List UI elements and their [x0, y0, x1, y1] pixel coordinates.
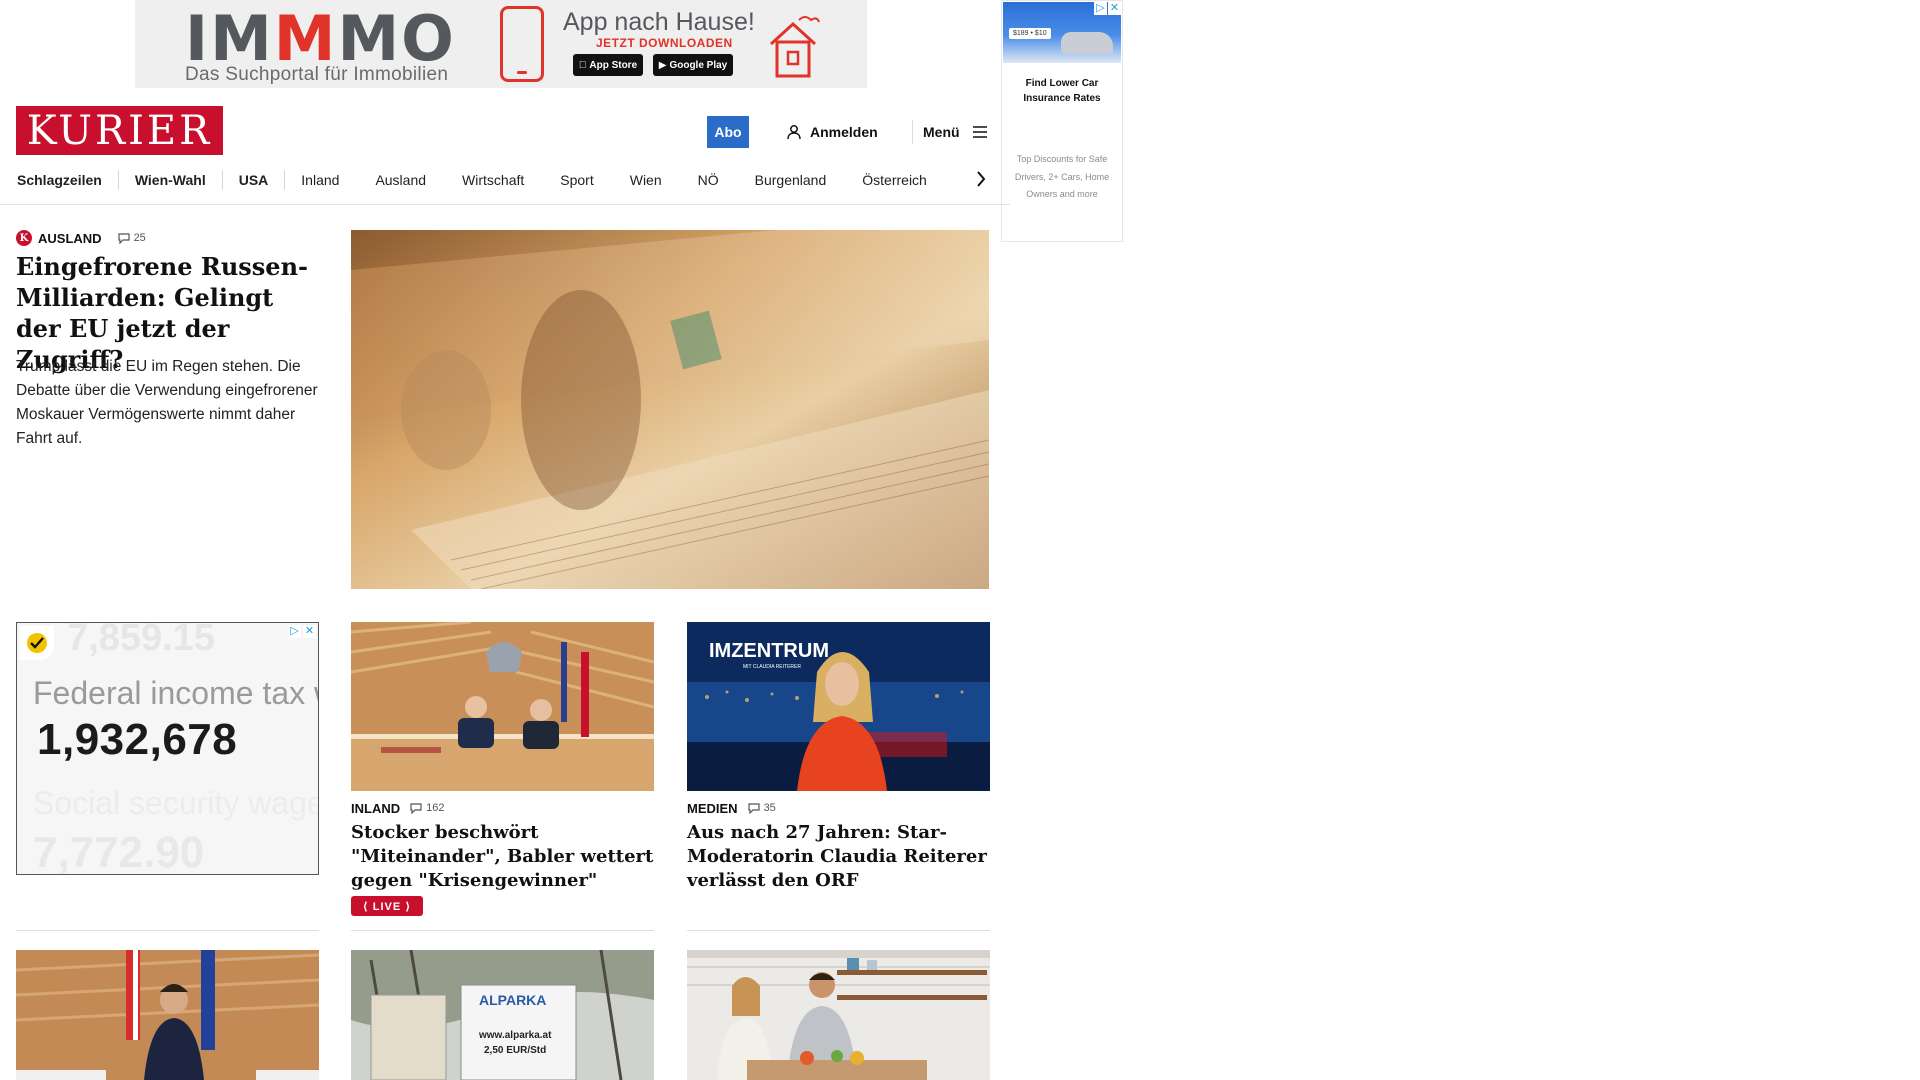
nav-divider — [284, 170, 286, 190]
imzentrum-subtitle: MIT CLAUDIA REITERER — [743, 664, 801, 670]
close-icon[interactable]: ✕ — [303, 625, 316, 638]
nav-item-wirtschaft[interactable]: Wirtschaft — [462, 172, 524, 188]
nav-item-ausland[interactable]: Ausland — [375, 172, 426, 188]
ad-cta: JETZT DOWNLOADEN — [596, 36, 733, 50]
kurier-logo[interactable]: KURIER — [16, 106, 223, 155]
ad-label-tax: Federal income tax w — [33, 675, 319, 711]
app-store-button[interactable]: App Store — [573, 54, 643, 76]
ad-value-ssw: 7,772.90 — [33, 828, 205, 875]
nav-item-sport[interactable]: Sport — [560, 172, 593, 188]
checkmark-icon — [20, 626, 54, 660]
kurier-k-icon: K — [16, 230, 32, 246]
smartphone-icon — [500, 6, 544, 82]
row-divider — [687, 930, 990, 931]
comment-count[interactable]: 25 — [117, 232, 146, 244]
header-divider — [912, 120, 913, 144]
section-label[interactable]: INLAND — [351, 801, 400, 816]
card-meta-inland: INLAND 162 — [351, 800, 444, 816]
section-label[interactable]: AUSLAND — [38, 231, 102, 246]
tax-calculator-ad[interactable]: 7,859.15 ▷ ✕ Federal income tax w 1,932,… — [16, 622, 319, 875]
ad-label-ssw: Social security wage — [33, 785, 319, 821]
top-banner-ad[interactable]: IMMMO Das Suchportal für Immobilien App … — [135, 0, 867, 88]
play-icon: ▶ — [658, 59, 667, 71]
card-headline-stocker[interactable]: Stocker beschwört "Miteinander", Babler … — [351, 821, 654, 893]
ad-ghost-value: 7,859.15 — [67, 622, 215, 659]
menu-button[interactable]: Menü — [923, 121, 988, 143]
hamburger-icon — [972, 126, 987, 138]
login-label: Anmelden — [810, 124, 878, 140]
ad-body: Top Discounts for Safe Drivers, 2+ Cars,… — [1014, 154, 1110, 200]
ad-headline: Find Lower Car Insurance Rates — [1023, 78, 1101, 104]
card-image-kitchen-couple[interactable] — [687, 950, 990, 1080]
sign-url: www.alparka.at — [478, 1030, 552, 1041]
ad-prices: $189 • $10 — [1009, 28, 1051, 39]
card-image-press-conference[interactable] — [16, 950, 319, 1080]
sign-brand: ALPARKA — [479, 992, 546, 1008]
apple-icon:  — [579, 60, 587, 71]
comment-count[interactable]: 35 — [747, 802, 776, 814]
comment-icon — [117, 232, 130, 244]
nav-next-button[interactable] — [971, 168, 991, 190]
nav-item-wien-wahl[interactable]: Wien-Wahl — [135, 172, 206, 188]
nav-item-noe[interactable]: NÖ — [698, 172, 719, 188]
nav-item-burgenland[interactable]: Burgenland — [755, 172, 827, 188]
nav-item-wien[interactable]: Wien — [630, 172, 662, 188]
lead-teaser[interactable]: Trump lässt die EU im Regen stehen. Die … — [16, 355, 321, 451]
menu-label: Menü — [923, 124, 960, 140]
card-image-parliament[interactable] — [351, 622, 654, 791]
comment-count[interactable]: 162 — [410, 802, 444, 814]
user-icon — [787, 125, 801, 140]
comment-icon — [747, 802, 760, 814]
ad-tagline: Das Suchportal für Immobilien — [185, 64, 449, 85]
nav-item-schlagzeilen[interactable]: Schlagzeilen — [17, 172, 102, 188]
login-button[interactable]: Anmelden — [786, 121, 878, 143]
card-image-parking-sign[interactable]: ALPARKA www.alparka.at 2,50 EUR/Std — [351, 950, 654, 1080]
nav-divider — [221, 170, 223, 190]
nav-item-usa[interactable]: USA — [239, 172, 269, 188]
car-image — [1061, 32, 1113, 54]
nav-divider-line — [0, 204, 1010, 205]
card-image-imzentrum[interactable]: IMZENTRUM MIT CLAUDIA REITERER — [687, 622, 990, 791]
nav-item-inland[interactable]: Inland — [301, 172, 339, 188]
adchoices-icon[interactable]: ▷ — [1094, 2, 1107, 15]
abo-button[interactable]: Abo — [707, 116, 749, 148]
section-label[interactable]: MEDIEN — [687, 801, 738, 816]
nav-item-oesterreich[interactable]: Österreich — [862, 172, 927, 188]
row-divider — [16, 930, 319, 931]
live-badge: ⟨ LIVE ⟩ — [351, 896, 423, 916]
card-meta-medien: MEDIEN 35 — [687, 800, 776, 816]
close-icon[interactable]: ✕ — [1108, 2, 1121, 15]
lead-image-ruble-banknotes[interactable] — [351, 230, 989, 589]
row-divider — [351, 930, 654, 931]
sign-price: 2,50 EUR/Std — [484, 1045, 546, 1056]
card-headline-reiterer[interactable]: Aus nach 27 Jahren: Star-Moderatorin Cla… — [687, 821, 990, 893]
google-play-button[interactable]: ▶ Google Play — [653, 54, 733, 76]
nav-divider — [117, 170, 119, 190]
house-icon — [769, 16, 820, 78]
chevron-right-icon — [977, 171, 986, 187]
lead-meta: K AUSLAND 25 — [16, 229, 146, 247]
immmo-logo: IMMMO — [185, 2, 456, 75]
ad-app-title: App nach Hause! — [563, 8, 755, 36]
comment-icon — [410, 802, 422, 814]
section-nav: Schlagzeilen Wien-Wahl USA Inland Auslan… — [17, 168, 927, 192]
adchoices-icon[interactable]: ▷ — [288, 625, 301, 638]
imzentrum-logo: IMZENTRUM — [709, 640, 829, 662]
side-insurance-ad[interactable]: $189 • $10 ▷ ✕ Find Lower Car Insurance … — [1001, 0, 1123, 242]
ad-value-tax: 1,932,678 — [37, 715, 238, 764]
